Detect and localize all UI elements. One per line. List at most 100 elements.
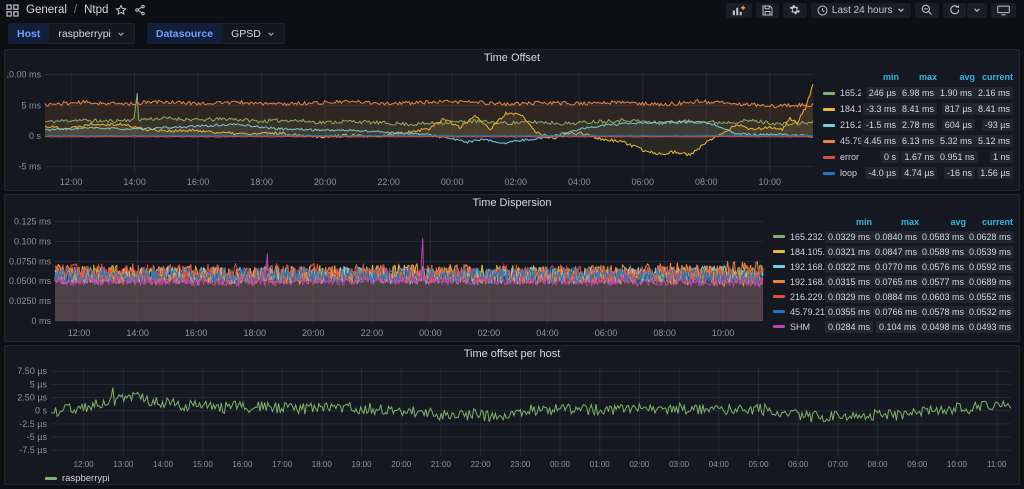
svg-text:19:00: 19:00: [352, 460, 373, 469]
refresh-interval-dropdown[interactable]: [967, 2, 987, 18]
panel-title[interactable]: Time Offset: [5, 50, 1019, 67]
legend-sort-min[interactable]: min: [861, 72, 899, 82]
svg-text:0.100 ms: 0.100 ms: [14, 236, 52, 246]
legend-sort-max[interactable]: max: [899, 72, 937, 82]
dashboard-submenu: Host raspberrypi Datasource GPSD: [0, 19, 1024, 49]
legend-value: 5.12 ms: [975, 135, 1014, 147]
legend-sort-max[interactable]: max: [872, 217, 919, 227]
svg-text:15:00: 15:00: [193, 460, 214, 469]
dashboards-grid-icon[interactable]: [6, 3, 19, 17]
legend-value: 6.13 ms: [899, 135, 938, 147]
breadcrumb-folder[interactable]: General: [26, 4, 67, 16]
legend-series-name[interactable]: loop: [823, 168, 861, 178]
legend-value: 1.90 ms: [937, 87, 976, 99]
legend-series-name[interactable]: 216.229.4.66: [823, 120, 861, 130]
legend-series-name[interactable]: 45.79.214.107: [823, 136, 861, 146]
legend-value: 0.0589 ms: [919, 245, 968, 258]
legend-sort-avg[interactable]: avg: [937, 72, 975, 82]
legend-series-name[interactable]: 165.232.149.130: [773, 232, 825, 242]
legend-series-name[interactable]: 165.232.149.130: [823, 88, 861, 98]
svg-text:00:00: 00:00: [441, 177, 464, 187]
svg-text:22:00: 22:00: [377, 177, 400, 187]
legend-value: -1.5 ms: [861, 119, 899, 131]
legend-series-name[interactable]: 216.229.4.66: [773, 292, 825, 302]
legend-sort-avg[interactable]: avg: [919, 217, 966, 227]
legend-value: 0.0322 ms: [825, 260, 874, 273]
svg-text:10:00: 10:00: [712, 328, 735, 338]
svg-text:14:00: 14:00: [153, 460, 174, 469]
time-dispersion-legend: minmaxavgcurrent 165.232.149.1300.0329 m…: [769, 212, 1017, 339]
legend-series-name[interactable]: 192.168.1.18: [773, 262, 825, 272]
legend-sort-min[interactable]: min: [825, 217, 872, 227]
svg-text:02:00: 02:00: [629, 460, 650, 469]
dashboard-settings-button[interactable]: [783, 2, 807, 18]
legend-row: 184.105.182.7-3.3 ms8.41 ms817 µs8.41 ms: [823, 101, 1014, 117]
svg-text:-5 µs: -5 µs: [27, 432, 48, 442]
legend-sort-current[interactable]: current: [966, 217, 1013, 227]
legend-series-name[interactable]: error: [823, 152, 861, 162]
svg-text:23:00: 23:00: [510, 460, 531, 469]
chart-canvas[interactable]: 7.50 µs 5 µs 2.50 µs 0 s -2.5 µs -5 µs -7.5 µs…: [7, 363, 1017, 470]
svg-text:7.50 µs: 7.50 µs: [17, 366, 47, 376]
legend-value: 2.16 ms: [975, 87, 1014, 99]
legend-row: SHM 0.0284 ms 0.104 ms 0.0498 ms 0.0493 ms: [773, 319, 1015, 334]
svg-text:14:00: 14:00: [123, 177, 146, 187]
star-icon[interactable]: [115, 4, 128, 16]
svg-text:16:00: 16:00: [187, 177, 210, 187]
chevron-down-icon: [118, 31, 124, 36]
panel-title[interactable]: Time Dispersion: [5, 195, 1019, 212]
svg-text:0 s: 0 s: [29, 131, 42, 141]
variable-value-datasource[interactable]: GPSD: [222, 23, 285, 44]
series-color-dash: [823, 91, 835, 95]
svg-text:00:00: 00:00: [550, 460, 571, 469]
svg-text:02:00: 02:00: [504, 177, 527, 187]
breadcrumb-dashboard[interactable]: Ntpd: [84, 4, 108, 16]
legend-value: 8.41 ms: [975, 103, 1014, 115]
legend-value: -16 ns: [937, 167, 975, 179]
svg-text:22:00: 22:00: [361, 328, 384, 338]
legend-series-name[interactable]: raspberrypi: [62, 473, 110, 484]
legend-value: 0.0766 ms: [872, 305, 921, 318]
zoom-out-button[interactable]: [914, 2, 939, 18]
legend-value: -3.3 ms: [861, 103, 899, 115]
legend-value: 0.0577 ms: [919, 275, 968, 288]
legend-series-name[interactable]: 184.105.182.7: [773, 247, 825, 257]
legend-series-name[interactable]: 45.79.214.107: [773, 307, 825, 317]
panel-title[interactable]: Time offset per host: [5, 346, 1019, 363]
svg-text:06:00: 06:00: [788, 460, 809, 469]
legend-value: 0.0329 ms: [825, 230, 874, 243]
legend-sort-current[interactable]: current: [975, 72, 1013, 82]
legend-value: 0.0576 ms: [919, 260, 968, 273]
legend-value: 0.0493 ms: [966, 320, 1015, 333]
svg-text:10:00: 10:00: [758, 177, 781, 187]
series-color-dash: [823, 107, 835, 111]
svg-text:04:00: 04:00: [709, 460, 730, 469]
time-offset-chart[interactable]: 10.00 ms 5 ms 0 s -5 ms 12:00 14:00 16:00 18:00…: [4, 67, 819, 188]
cycle-view-mode-button[interactable]: [991, 2, 1016, 18]
time-offset-per-host-chart[interactable]: 7.50 µs 5 µs 2.50 µs 0 s -2.5 µs -5 µs -7.5 µs…: [7, 363, 1017, 473]
save-dashboard-button[interactable]: [756, 2, 780, 18]
variable-value-host[interactable]: raspberrypi: [49, 23, 135, 44]
series-color-dash: [773, 310, 785, 313]
legend-value: -93 µs: [975, 119, 1013, 131]
share-icon[interactable]: [134, 4, 146, 16]
legend-value: 1.67 ns: [899, 151, 937, 163]
chart-canvas[interactable]: 0.125 ms 0.100 ms 0.0750 ms 0.0500 ms 0.0250…: [7, 212, 769, 339]
legend-value: 0.0603 ms: [919, 290, 968, 303]
legend-series-name[interactable]: SHM: [773, 322, 825, 332]
legend-series-name[interactable]: 192.168.1.19: [773, 277, 825, 287]
panel-time-dispersion: Time Dispersion 0.125 ms 0.100 ms 0.0750 m…: [4, 194, 1020, 342]
svg-text:01:00: 01:00: [590, 460, 611, 469]
legend-value: 0.0765 ms: [872, 275, 921, 288]
series-color-dash: [773, 250, 785, 253]
refresh-button[interactable]: [942, 2, 966, 18]
svg-text:12:00: 12:00: [74, 460, 95, 469]
chart-canvas[interactable]: 10.00 ms 5 ms 0 s -5 ms 12:00 14:00 16:00 18:00…: [4, 67, 819, 188]
add-panel-button[interactable]: [726, 2, 753, 18]
time-dispersion-chart[interactable]: 0.125 ms 0.100 ms 0.0750 ms 0.0500 ms 0.0250…: [7, 212, 769, 339]
time-range-picker[interactable]: Last 24 hours: [810, 2, 911, 18]
legend-value: 0.0355 ms: [825, 305, 874, 318]
legend-series-name[interactable]: 184.105.182.7: [823, 104, 861, 114]
time-offset-legend: minmaxavgcurrent 165.232.149.130246 µs6.…: [819, 67, 1017, 188]
series-color-dash: [823, 139, 835, 143]
